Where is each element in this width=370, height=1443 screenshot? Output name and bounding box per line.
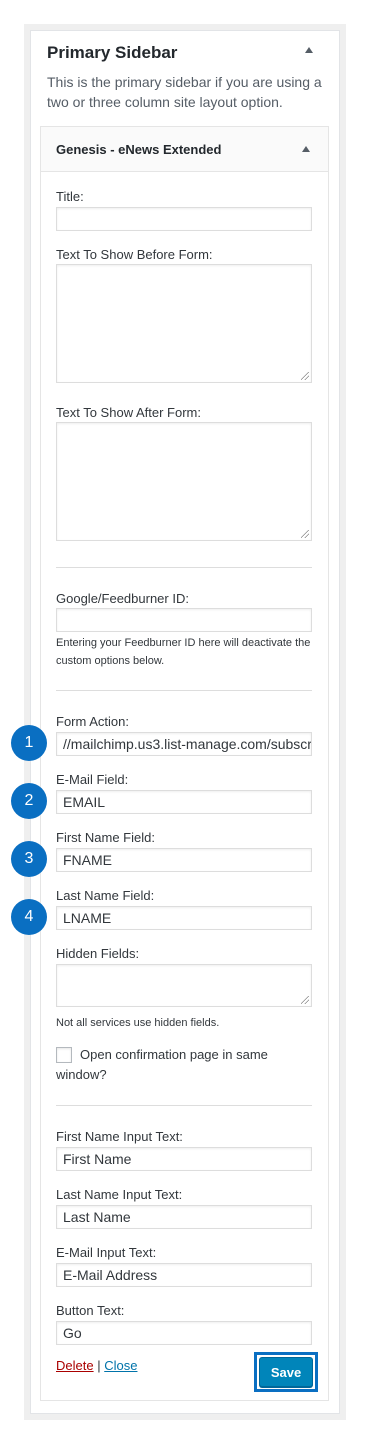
resize-handle-icon[interactable] — [301, 372, 309, 380]
close-link[interactable]: Close — [104, 1358, 137, 1373]
sidebar-collapse-icon[interactable] — [305, 47, 313, 53]
email-field-input[interactable]: EMAIL — [56, 790, 312, 814]
callout-badge-3: 3 — [11, 841, 47, 877]
last-name-field-input[interactable]: LNAME — [56, 906, 312, 930]
resize-handle-icon[interactable] — [301, 530, 309, 538]
divider — [56, 567, 312, 568]
first-name-input-text[interactable]: First Name — [56, 1147, 312, 1171]
form-action-label: Form Action: — [56, 714, 129, 729]
last-name-input-text[interactable]: Last Name — [56, 1205, 312, 1229]
hidden-fields-textarea[interactable] — [56, 964, 312, 1007]
hidden-fields-label: Hidden Fields: — [56, 946, 140, 961]
first-name-field-label: First Name Field: — [56, 830, 155, 845]
button-text-label: Button Text: — [56, 1303, 125, 1318]
feedburner-input[interactable] — [56, 608, 312, 632]
save-button[interactable]: Save — [259, 1357, 313, 1387]
after-form-textarea[interactable] — [56, 422, 312, 541]
email-input-text[interactable]: E-Mail Address — [56, 1263, 312, 1287]
open-same-window-label[interactable]: Open confirmation page in same window? — [56, 1045, 316, 1085]
email-input-label: E-Mail Input Text: — [56, 1245, 157, 1260]
form-action-input[interactable]: //mailchimp.us3.list-manage.com/subscrib… — [56, 732, 312, 756]
last-name-field-label: Last Name Field: — [56, 888, 155, 903]
feedburner-label: Google/Feedburner ID: — [56, 591, 189, 606]
widget-collapse-icon[interactable] — [302, 146, 310, 152]
button-text-input[interactable]: Go — [56, 1321, 312, 1345]
after-form-label: Text To Show After Form: — [56, 405, 201, 420]
sidebar-description: This is the primary sidebar if you are u… — [47, 74, 322, 110]
callout-badge-1: 1 — [11, 725, 47, 761]
email-field-label: E-Mail Field: — [56, 772, 129, 787]
title-input[interactable] — [56, 207, 312, 231]
widget-title[interactable]: Genesis - eNews Extended — [56, 142, 221, 157]
sidebar-title[interactable]: Primary Sidebar — [47, 43, 177, 63]
divider — [56, 690, 312, 691]
last-name-input-label: Last Name Input Text: — [56, 1187, 183, 1202]
feedburner-note: Entering your Feedburner ID here will de… — [56, 637, 311, 667]
title-label: Title: — [56, 189, 84, 204]
before-form-textarea[interactable] — [56, 264, 312, 383]
resize-handle-icon[interactable] — [301, 996, 309, 1004]
delete-link[interactable]: Delete — [56, 1358, 94, 1373]
before-form-label: Text To Show Before Form: — [56, 247, 213, 262]
first-name-field-input[interactable]: FNAME — [56, 848, 312, 872]
divider — [56, 1105, 312, 1106]
callout-badge-2: 2 — [11, 783, 47, 819]
callout-badge-4: 4 — [11, 899, 47, 935]
hidden-fields-note: Not all services use hidden fields. — [56, 1017, 220, 1029]
first-name-input-label: First Name Input Text: — [56, 1129, 183, 1144]
widget-footer-links: Delete | Close — [56, 1358, 137, 1373]
link-separator: | — [97, 1358, 101, 1373]
